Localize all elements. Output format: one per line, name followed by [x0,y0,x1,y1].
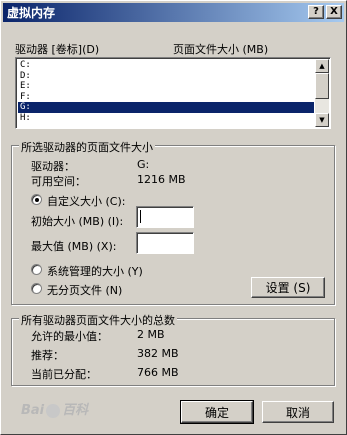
title-bar: 虚拟内存 [3,3,344,22]
currently-allocated-value: 766 MB [137,366,179,379]
recommended-value: 382 MB [137,347,179,360]
text-caret [140,210,141,223]
drive-label: 驱动器： [31,160,75,173]
max-size-label: 最大值 (MB) (X): [31,240,117,253]
set-button[interactable]: 设置 (S) [251,277,325,298]
recommended-label: 推荐： [31,349,64,362]
scroll-down-icon[interactable]: ▼ [315,113,329,127]
drive-list-item[interactable]: F: [18,92,314,103]
ok-button[interactable]: 确定 [180,400,254,424]
custom-size-radio[interactable] [31,194,42,205]
watermark-text-left: Bai [21,403,45,418]
paw-icon [46,403,61,418]
system-managed-label[interactable]: 系统管理的大小 (Y) [47,263,143,279]
initial-size-input[interactable] [136,206,194,228]
currently-allocated-label: 当前已分配： [31,368,97,381]
selected-drive-group-title: 所选驱动器的页面文件大小 [19,139,155,155]
virtual-memory-dialog: 虚拟内存 ? X 驱动器 [卷标](D) 页面文件大小 (MB) C: D: E: F… [0,0,347,435]
window-title: 虚拟内存 [7,6,56,20]
drive-list-item[interactable]: C: [18,60,314,71]
cancel-button[interactable]: 取消 [262,401,334,423]
drive-value: G: [137,158,150,171]
drive-list-item[interactable]: E: [18,81,314,92]
min-allowed-value: 2 MB [137,328,165,341]
scroll-up-icon[interactable]: ▲ [315,59,329,73]
max-size-input[interactable] [136,232,194,254]
no-paging-file-radio[interactable] [31,283,42,294]
drive-list-item[interactable]: H: [18,113,314,124]
min-allowed-label: 允许的最小值： [31,330,108,343]
size-column-header: 页面文件大小 (MB) [173,43,269,56]
drive-list[interactable]: C: D: E: F: G: H: ▲ ▼ [15,57,331,129]
initial-size-label: 初始大小 (MB) (I): [31,215,124,228]
close-button[interactable]: X [326,5,342,19]
drive-list-item[interactable]: G: [18,102,314,113]
available-space-label: 可用空间： [31,175,86,188]
drive-column-header: 驱动器 [卷标](D) [15,43,100,56]
help-button[interactable]: ? [308,5,324,19]
custom-size-label[interactable]: 自定义大小 (C): [47,193,125,209]
drive-rows: C: D: E: F: G: H: [18,60,314,123]
baidu-watermark: Bai 百科 [21,399,88,418]
watermark-text-right: 百科 [62,403,89,418]
no-paging-file-label[interactable]: 无分页文件 (N) [47,282,122,298]
available-space-value: 1216 MB [137,173,186,186]
system-managed-radio[interactable] [31,264,42,275]
scroll-thumb[interactable] [315,73,329,99]
drive-list-item[interactable]: D: [18,71,314,82]
totals-group-title: 所有驱动器页面文件大小的总数 [19,312,177,328]
drive-list-scrollbar[interactable]: ▲ ▼ [315,59,329,127]
